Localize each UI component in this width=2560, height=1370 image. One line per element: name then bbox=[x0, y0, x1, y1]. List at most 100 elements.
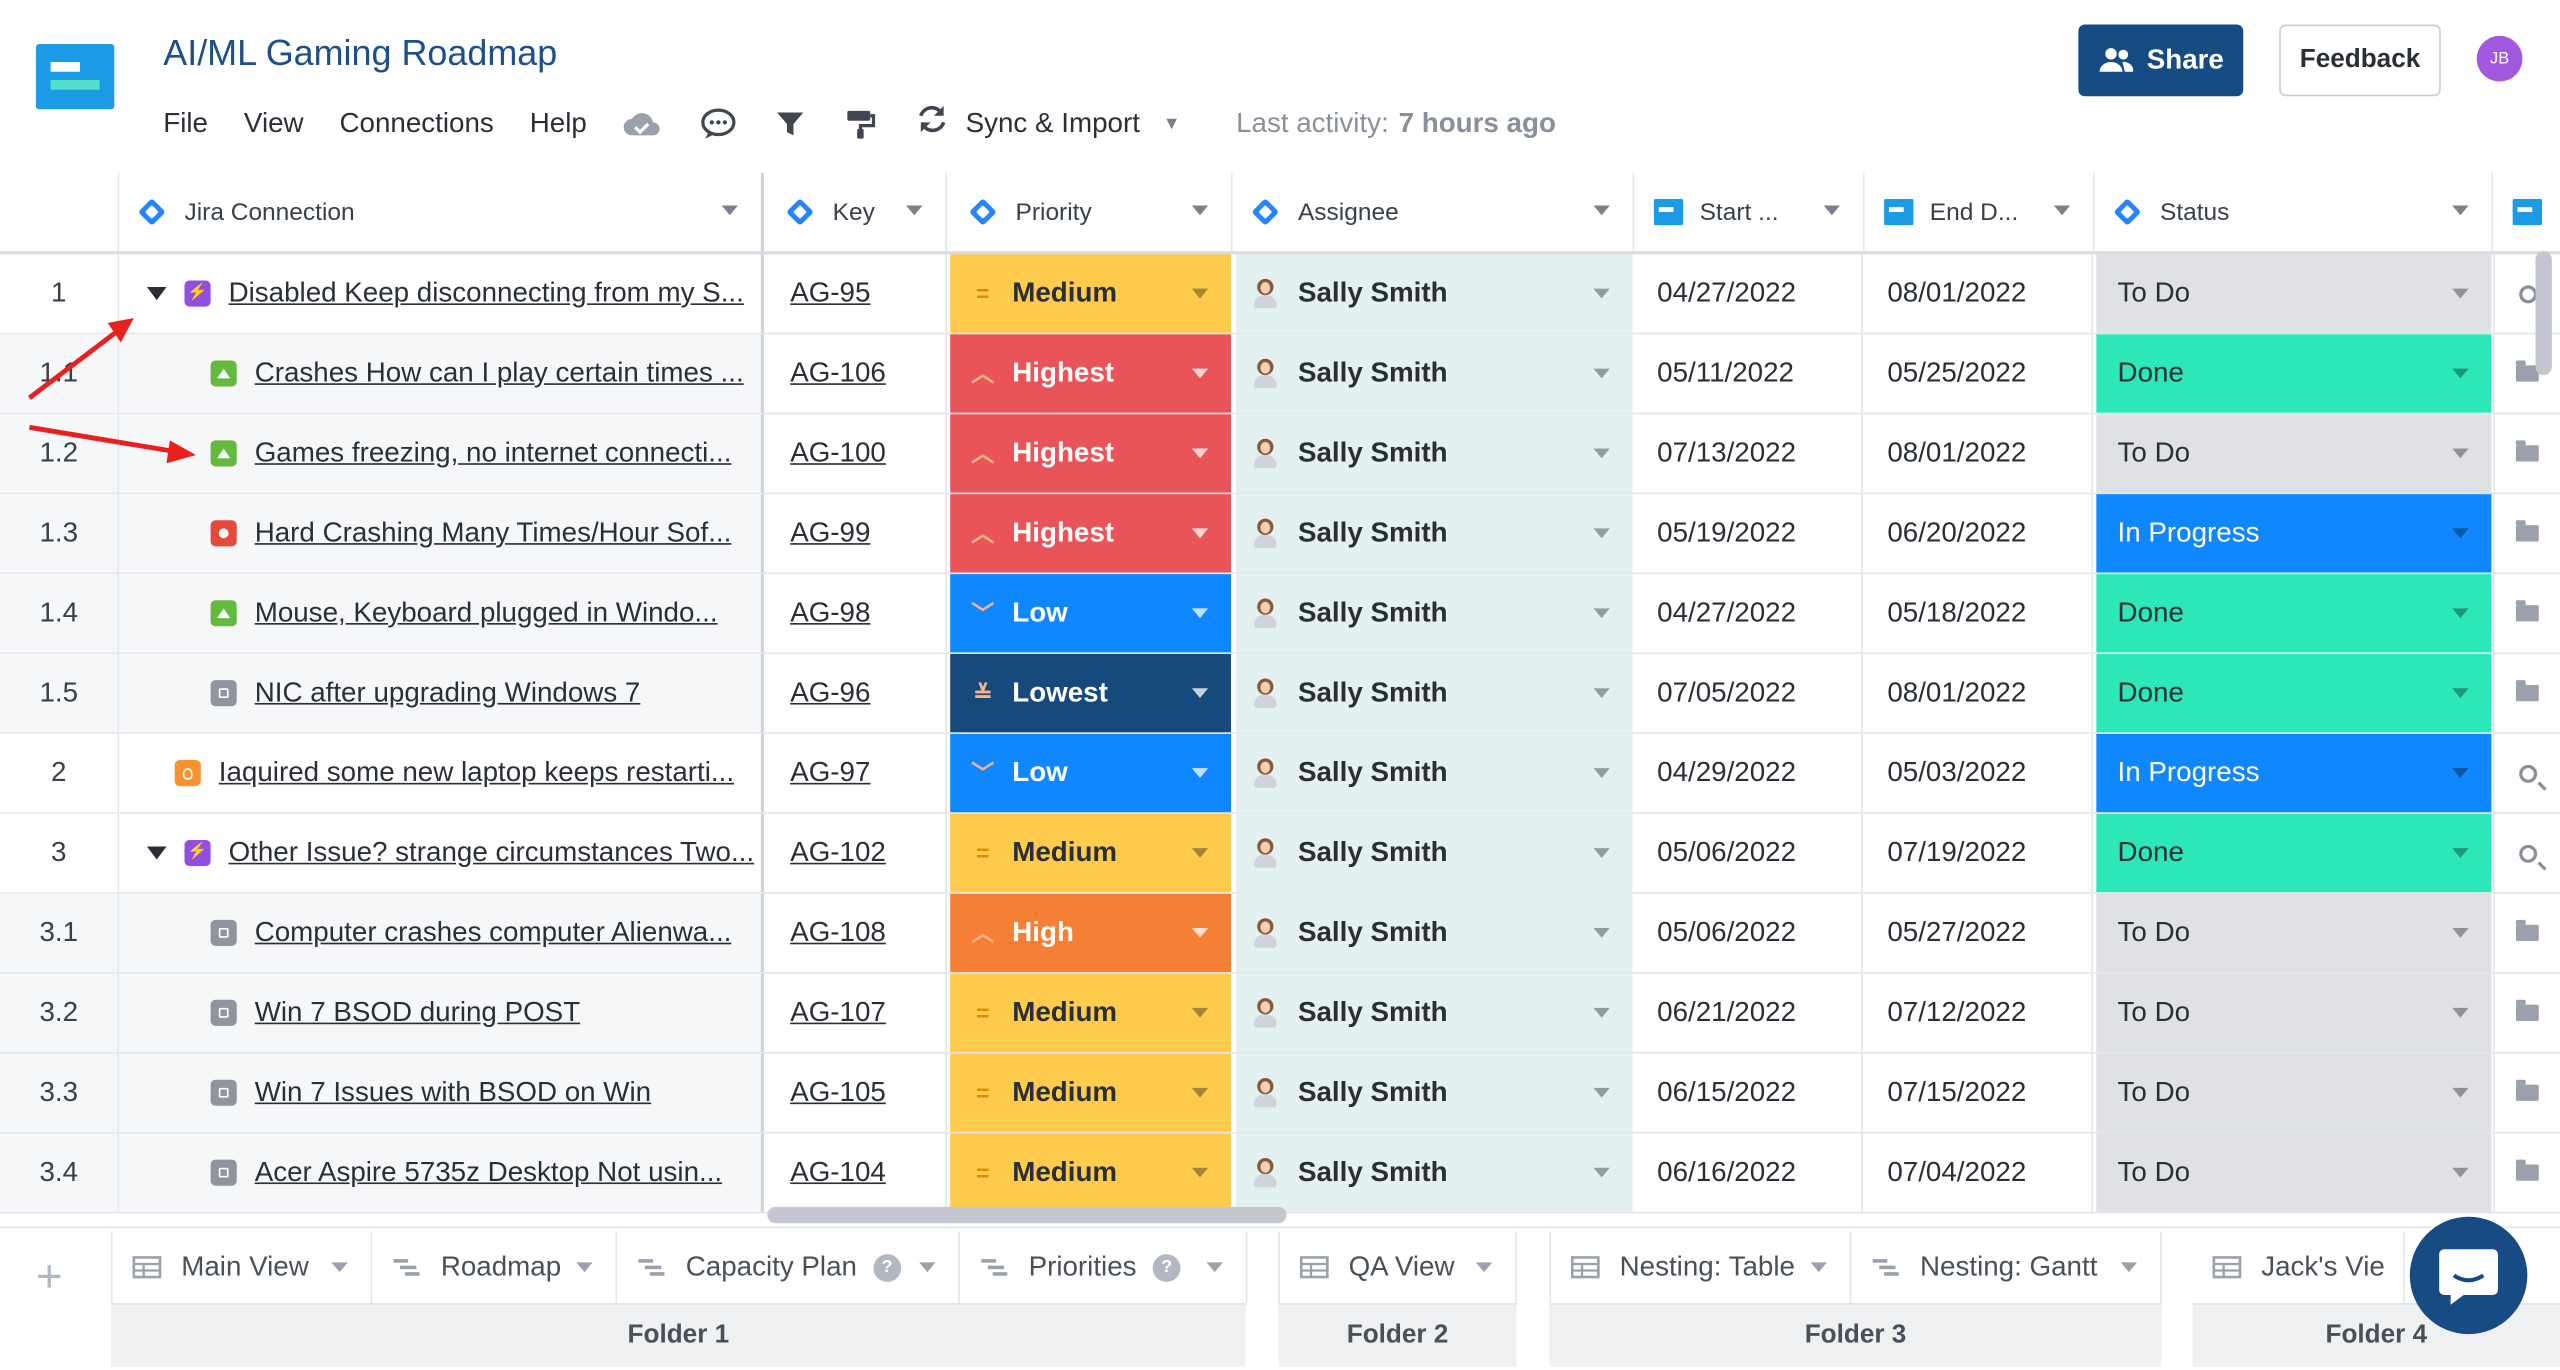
priority-cell[interactable]: = Medium bbox=[950, 973, 1232, 1052]
chevron-down-icon[interactable] bbox=[576, 1262, 593, 1273]
priority-cell[interactable]: = Medium bbox=[950, 813, 1232, 893]
issue-summary-link[interactable]: Iaquired some new laptop keeps restarti.… bbox=[219, 757, 734, 790]
chevron-down-icon[interactable] bbox=[1191, 768, 1209, 778]
issue-summary-link[interactable]: Games freezing, no internet connecti... bbox=[255, 437, 732, 470]
table-row[interactable]: 1.3 Hard Crashing Many Times/Hour Sof... A… bbox=[0, 494, 2560, 575]
status-cell[interactable]: Done bbox=[2096, 334, 2492, 413]
expand-caret-icon[interactable] bbox=[146, 287, 167, 301]
table-row[interactable]: 1.2 Games freezing, no internet connecti.… bbox=[0, 414, 2560, 495]
row-action-cell[interactable] bbox=[2493, 973, 2560, 1052]
jira-issue-cell[interactable]: Win 7 Issues with BSOD on Win bbox=[119, 1053, 765, 1132]
assignee-cell[interactable]: Sally Smith bbox=[1235, 654, 1633, 733]
view-tab[interactable]: Roadmap bbox=[372, 1231, 618, 1304]
jira-issue-cell[interactable]: Games freezing, no internet connecti... bbox=[119, 414, 765, 493]
view-tab[interactable]: Capacity Plan? bbox=[617, 1231, 960, 1304]
end-date-cell[interactable]: 05/18/2022 bbox=[1866, 574, 2094, 653]
menu-file[interactable]: File bbox=[163, 107, 208, 140]
jira-issue-cell[interactable]: Acer Aspire 5735z Desktop Not usin... bbox=[119, 1133, 765, 1212]
table-row[interactable]: 3.3 Win 7 Issues with BSOD on Win AG-105 = M… bbox=[0, 1053, 2560, 1134]
folder-icon[interactable] bbox=[2515, 680, 2539, 702]
status-cell[interactable]: To Do bbox=[2096, 1053, 2492, 1132]
chevron-down-icon[interactable] bbox=[1191, 928, 1209, 938]
row-action-cell[interactable] bbox=[2493, 1133, 2560, 1212]
app-logo[interactable] bbox=[35, 44, 115, 110]
start-date-cell[interactable]: 04/29/2022 bbox=[1636, 733, 1863, 813]
chevron-down-icon[interactable] bbox=[1593, 1007, 1610, 1018]
filter-icon[interactable] bbox=[776, 108, 805, 137]
priority-cell[interactable]: ︿ Highest bbox=[950, 494, 1232, 573]
chevron-down-icon[interactable] bbox=[1191, 1007, 1209, 1018]
issue-key-link[interactable]: AG-106 bbox=[790, 357, 886, 390]
folder-icon[interactable] bbox=[2515, 440, 2539, 462]
row-action-cell[interactable] bbox=[2493, 574, 2560, 653]
assignee-cell[interactable]: Sally Smith bbox=[1235, 254, 1633, 333]
row-action-cell[interactable] bbox=[2493, 893, 2560, 973]
chevron-down-icon[interactable] bbox=[1191, 608, 1209, 619]
chevron-down-icon[interactable] bbox=[2452, 608, 2469, 619]
comment-icon[interactable] bbox=[701, 107, 737, 140]
folder-icon[interactable] bbox=[2515, 600, 2539, 622]
end-date-cell[interactable]: 08/01/2022 bbox=[1866, 254, 2094, 333]
status-cell[interactable]: To Do bbox=[2096, 1133, 2492, 1212]
end-date-cell[interactable]: 07/19/2022 bbox=[1866, 813, 2094, 893]
column-header-jira[interactable]: Jira Connection bbox=[119, 172, 765, 252]
table-row[interactable]: 1.5 NIC after upgrading Windows 7 AG-96 ≚ Lo… bbox=[0, 654, 2560, 734]
issue-key-link[interactable]: AG-107 bbox=[790, 997, 886, 1030]
folder-1[interactable]: Folder 1 bbox=[111, 1303, 1246, 1367]
start-date-cell[interactable]: 05/11/2022 bbox=[1636, 334, 1863, 413]
chevron-down-icon[interactable] bbox=[1191, 848, 1209, 858]
issue-key-link[interactable]: AG-96 bbox=[790, 677, 870, 710]
search-icon[interactable] bbox=[2518, 764, 2537, 783]
table-row[interactable]: 3.1 Computer crashes computer Alienwa... A… bbox=[0, 893, 2560, 974]
status-cell[interactable]: Done bbox=[2096, 813, 2492, 893]
issue-key-link[interactable]: AG-108 bbox=[790, 917, 886, 950]
status-cell[interactable]: To Do bbox=[2096, 414, 2492, 493]
add-view-button[interactable]: + bbox=[36, 1251, 63, 1303]
menu-help[interactable]: Help bbox=[530, 107, 587, 140]
table-row[interactable]: 1.4 Mouse, Keyboard plugged in Windo... AG… bbox=[0, 574, 2560, 655]
issue-summary-link[interactable]: NIC after upgrading Windows 7 bbox=[255, 677, 641, 710]
jira-issue-cell[interactable]: Iaquired some new laptop keeps restarti.… bbox=[119, 733, 765, 813]
priority-cell[interactable]: ︿ High bbox=[950, 893, 1232, 973]
chevron-down-icon[interactable] bbox=[1593, 368, 1610, 379]
view-tab[interactable]: Nesting: Gantt bbox=[1851, 1231, 2162, 1304]
chevron-down-icon[interactable] bbox=[1191, 1167, 1209, 1178]
column-header-start[interactable]: Start ... bbox=[1634, 172, 1865, 252]
jira-issue-cell[interactable]: ⚡ Other Issue? strange circumstances Two.… bbox=[119, 813, 765, 893]
issue-summary-link[interactable]: Disabled Keep disconnecting from my S... bbox=[229, 277, 744, 310]
status-cell[interactable]: To Do bbox=[2096, 893, 2492, 973]
chevron-down-icon[interactable] bbox=[1593, 768, 1610, 778]
row-action-cell[interactable] bbox=[2493, 813, 2560, 893]
help-icon[interactable]: ? bbox=[1152, 1253, 1181, 1282]
start-date-cell[interactable]: 05/06/2022 bbox=[1636, 813, 1863, 893]
assignee-cell[interactable]: Sally Smith bbox=[1235, 1133, 1633, 1212]
view-tab[interactable]: Nesting: Table bbox=[1549, 1231, 1852, 1304]
status-cell[interactable]: In Progress bbox=[2096, 494, 2492, 573]
chevron-down-icon[interactable] bbox=[1593, 1087, 1610, 1098]
project-title[interactable]: AI/ML Gaming Roadmap bbox=[163, 33, 557, 75]
chevron-down-icon[interactable] bbox=[2452, 1167, 2469, 1178]
column-header-end[interactable]: End D... bbox=[1864, 172, 2095, 252]
folder-icon[interactable] bbox=[2515, 999, 2539, 1021]
avatar[interactable]: JB bbox=[2476, 35, 2523, 82]
jira-issue-cell[interactable]: ⚡ Disabled Keep disconnecting from my S..… bbox=[119, 254, 765, 333]
end-date-cell[interactable]: 05/03/2022 bbox=[1866, 733, 2094, 813]
chevron-down-icon[interactable] bbox=[1593, 205, 1610, 216]
table-row[interactable]: 1.1 Crashes How can I play certain times … bbox=[0, 334, 2560, 415]
chevron-down-icon[interactable] bbox=[906, 205, 923, 216]
chevron-down-icon[interactable] bbox=[1593, 848, 1610, 858]
chevron-down-icon[interactable] bbox=[1593, 288, 1610, 299]
priority-cell[interactable]: = Medium bbox=[950, 254, 1232, 333]
row-action-cell[interactable] bbox=[2493, 733, 2560, 813]
view-tab[interactable]: Main View bbox=[111, 1231, 373, 1304]
issue-summary-link[interactable]: Other Issue? strange circumstances Two..… bbox=[229, 837, 755, 870]
sync-import-menu[interactable]: Sync & Import ▼ bbox=[917, 103, 1181, 144]
jira-issue-cell[interactable]: Computer crashes computer Alienwa... bbox=[119, 893, 765, 973]
table-row[interactable]: 1 ⚡ Disabled Keep disconnecting from my S.… bbox=[0, 254, 2560, 335]
assignee-cell[interactable]: Sally Smith bbox=[1235, 813, 1633, 893]
assignee-cell[interactable]: Sally Smith bbox=[1235, 334, 1633, 413]
start-date-cell[interactable]: 04/27/2022 bbox=[1636, 254, 1863, 333]
chevron-down-icon[interactable] bbox=[721, 205, 738, 216]
table-row[interactable]: 3.2 Win 7 BSOD during POST AG-107 = Medium Sa… bbox=[0, 973, 2560, 1054]
folder-icon[interactable] bbox=[2515, 1079, 2539, 1101]
